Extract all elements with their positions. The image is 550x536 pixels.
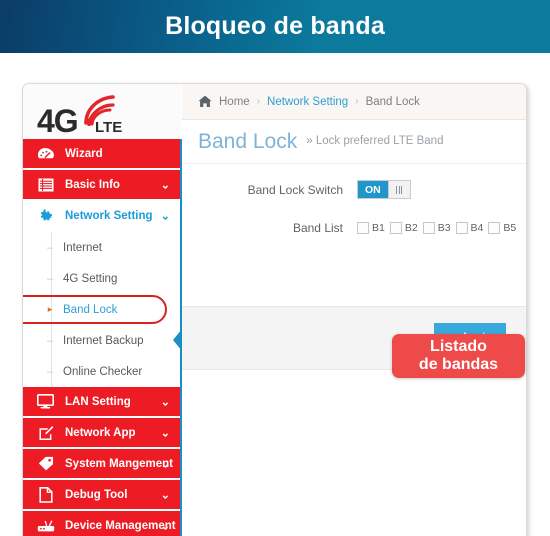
band-label: B1 xyxy=(372,222,385,234)
chevron-down-icon: ⌄ xyxy=(160,396,170,408)
grip-line-icon xyxy=(401,185,403,194)
sidebar-item-label: Basic Info xyxy=(65,178,120,191)
chevron-down-icon: ⌄ xyxy=(160,458,170,470)
chevron-down-icon: ⌄ xyxy=(160,210,170,222)
sidebar-submenu-network-setting: – Internet – 4G Setting ▸ Band Lock – In… xyxy=(23,232,181,387)
chevron-down-icon: ⌄ xyxy=(160,520,170,532)
sidebar-item-basic-info[interactable]: Basic Info ⌄ xyxy=(23,170,181,201)
band-lock-switch-label: Band Lock Switch xyxy=(247,182,343,197)
dashboard-icon xyxy=(36,145,55,162)
list-icon xyxy=(36,176,55,193)
sidebar-item-label: System Mangement xyxy=(65,457,174,470)
brand-logo: 4G LTE xyxy=(37,94,157,138)
bullet-icon: – xyxy=(46,272,54,285)
logo-secondary-text: LTE xyxy=(95,119,123,136)
sidebar-item-system-management[interactable]: System Mangement ⌄ xyxy=(23,449,181,480)
sidebar-item-label: Debug Tool xyxy=(65,488,128,501)
bullet-icon: – xyxy=(46,334,54,347)
home-icon[interactable] xyxy=(198,95,212,108)
breadcrumb-separator: › xyxy=(256,96,261,107)
monitor-icon xyxy=(36,393,55,410)
arrow-right-icon: ▸ xyxy=(47,304,53,314)
edit-icon xyxy=(36,424,55,441)
active-section-pointer-icon xyxy=(173,329,182,351)
checkbox-icon[interactable] xyxy=(422,222,435,234)
page-background: 4G LTE Wizard Basic Info ⌄ Network Setti… xyxy=(0,53,550,536)
checkbox-icon[interactable] xyxy=(357,222,369,234)
breadcrumb-current: Band Lock xyxy=(365,95,420,108)
sidebar-subitem-label: Band Lock xyxy=(63,303,118,316)
toggle-state-label: ON xyxy=(358,181,388,198)
grip-line-icon xyxy=(398,185,400,194)
device-icon xyxy=(36,517,55,534)
chevron-down-icon: ⌄ xyxy=(160,489,170,501)
toggle-handle[interactable] xyxy=(387,181,410,198)
checkbox-icon[interactable] xyxy=(488,222,501,234)
sidebar-subitem-internet-backup[interactable]: – Internet Backup xyxy=(23,325,181,356)
sidebar-subitem-label: 4G Setting xyxy=(63,272,118,285)
sidebar-item-debug-tool[interactable]: Debug Tool ⌄ xyxy=(23,480,181,511)
breadcrumb-network-setting[interactable]: Network Setting xyxy=(267,96,348,108)
sidebar-subitem-online-checker[interactable]: – Online Checker xyxy=(23,356,181,387)
sidebar-subitem-4g-setting[interactable]: – 4G Setting xyxy=(23,263,181,294)
sidebar-item-label: Wizard xyxy=(65,147,103,160)
band-list-label: Band List xyxy=(292,221,343,235)
breadcrumb-separator: › xyxy=(355,96,359,107)
band-checkbox-item[interactable]: B5 xyxy=(488,222,516,234)
band-checkbox-item[interactable]: B2 xyxy=(389,222,418,234)
listado-de-bandas-callout: Listado de bandas xyxy=(392,334,525,378)
bullet-icon: – xyxy=(46,365,54,378)
grip-line-icon xyxy=(396,185,398,194)
sidebar-subitem-internet[interactable]: – Internet xyxy=(23,232,181,263)
page-title-bar: Band Lock » Lock preferred LTE Band xyxy=(182,120,526,164)
sidebar-subitem-label: Online Checker xyxy=(63,365,143,378)
band-list-row: Band List B1 B2 B3 B4 B5 xyxy=(182,221,526,235)
sidebar-item-lan-setting[interactable]: LAN Setting ⌄ xyxy=(23,387,181,418)
callout-line-1: Listado xyxy=(430,338,487,355)
page-title: Band Lock xyxy=(198,129,298,153)
checkbox-icon[interactable] xyxy=(455,222,468,234)
band-lock-switch-toggle[interactable]: ON xyxy=(357,180,411,199)
router-admin-card: 4G LTE Wizard Basic Info ⌄ Network Setti… xyxy=(22,83,527,536)
gear-icon xyxy=(36,207,55,224)
breadcrumb: Home › Network Setting › Band Lock xyxy=(182,84,526,120)
sidebar-item-network-setting[interactable]: Network Setting ⌄ xyxy=(23,201,181,232)
file-icon xyxy=(36,486,55,503)
breadcrumb-home[interactable]: Home xyxy=(219,96,250,108)
checkbox-icon[interactable] xyxy=(389,222,402,234)
sidebar-item-device-management[interactable]: Device Management ⌄ xyxy=(23,511,181,536)
band-list-checkboxes: B1 B2 B3 B4 B5 xyxy=(357,222,516,234)
sidebar-item-network-app[interactable]: Network App ⌄ xyxy=(23,418,181,449)
band-label: B3 xyxy=(437,222,451,234)
sidebar-item-label: Network Setting xyxy=(65,209,153,222)
band-label: B5 xyxy=(503,222,517,234)
sidebar-subitem-label: Internet xyxy=(63,241,102,254)
bullet-icon: – xyxy=(46,241,54,254)
sidebar-nav: Wizard Basic Info ⌄ Network Setting ⌄ – … xyxy=(23,139,181,536)
page-subtitle: » Lock preferred LTE Band xyxy=(306,135,444,147)
chevron-down-icon: ⌄ xyxy=(160,427,170,439)
callout-line-2: de bandas xyxy=(418,356,499,373)
logo-area: 4G LTE xyxy=(23,84,181,139)
chevron-down-icon: ⌄ xyxy=(160,179,170,191)
sidebar-item-wizard[interactable]: Wizard xyxy=(23,139,181,170)
sidebar-subitem-label: Internet Backup xyxy=(63,334,144,347)
band-checkbox-item[interactable]: B1 xyxy=(357,222,385,234)
sidebar-subitem-band-lock[interactable]: ▸ Band Lock xyxy=(23,294,181,325)
tag-icon xyxy=(36,455,55,472)
band-label: B4 xyxy=(470,222,484,234)
logo-primary-text: 4G xyxy=(37,103,79,139)
band-checkbox-item[interactable]: B3 xyxy=(422,222,451,234)
content-panel: Home › Network Setting › Band Lock Band … xyxy=(182,84,526,536)
banner-title: Bloqueo de banda xyxy=(165,12,385,40)
sidebar-item-label: Network App xyxy=(65,426,136,439)
band-lock-form: Band Lock Switch ON Band List B1 B2 B3 B… xyxy=(182,164,526,290)
sidebar-item-label: Device Management xyxy=(65,519,176,532)
band-lock-switch-row: Band Lock Switch ON xyxy=(182,180,526,199)
page-banner: Bloqueo de banda xyxy=(0,0,550,53)
sidebar-item-label: LAN Setting xyxy=(65,395,131,408)
band-label: B2 xyxy=(404,222,418,234)
band-checkbox-item[interactable]: B4 xyxy=(455,222,484,234)
